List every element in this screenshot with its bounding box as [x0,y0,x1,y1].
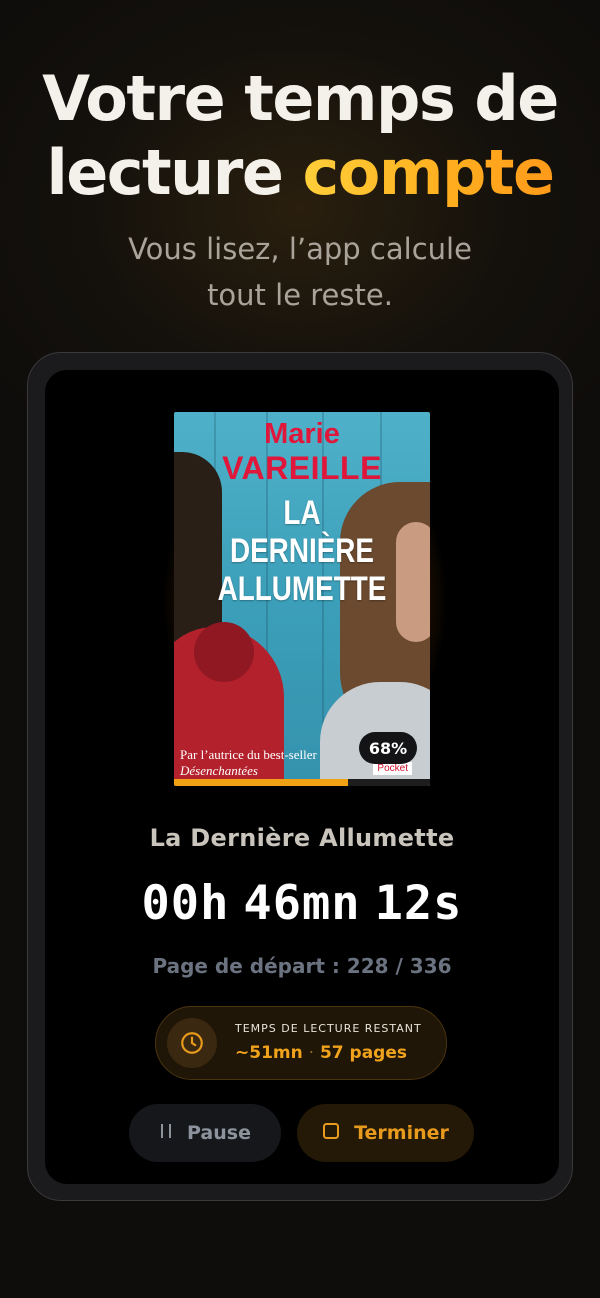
pause-button[interactable]: Pause [129,1104,281,1162]
pause-icon [159,1122,173,1145]
cover-title: LA DERNIÈRE ALLUMETTE [197,494,407,608]
remaining-pages: 57 pages [319,1043,408,1063]
reading-progress-fill [174,779,349,786]
remaining-value: ~51mn · 57 pages [235,1043,407,1063]
hero-title-line1: Votre temps de [42,62,559,135]
hero-title-line2: lecture compte [0,136,600,210]
cover-tagline-line1: Par l’autrice du best-seller [180,747,317,762]
pause-label: Pause [187,1122,251,1144]
book-cover[interactable]: Marie VAREILLE LA DERNIÈRE ALLUMETTE Par… [174,412,430,786]
cover-title-line3: ALLUMETTE [217,570,387,608]
book-title: La Dernière Allumette [149,824,455,852]
session-timer: 00h 46mn 12s [45,876,559,931]
stop-square-icon [322,1122,340,1145]
hero-title-plain: lecture [46,136,283,209]
hero-subtitle-line2: tout le reste. [207,278,393,312]
timer-minutes: 46mn [243,876,361,931]
remaining-label: TEMPS DE LECTURE RESTANT [235,1022,422,1035]
device-screen: Marie VAREILLE LA DERNIÈRE ALLUMETTE Par… [45,370,559,1184]
progress-percent-badge: 68% [359,732,417,764]
cover-author-first: Marie [264,418,340,450]
hero-subtitle: Vous lisez, l’app calcule tout le reste. [0,226,600,318]
finish-label: Terminer [354,1122,449,1144]
remaining-time: ~51mn [235,1043,303,1063]
remaining-time-card: TEMPS DE LECTURE RESTANT ~51mn · 57 page… [155,1006,447,1080]
cover-author-last: VAREILLE [222,450,382,486]
timer-hours: 00h [141,876,230,931]
hero-title-accent: compte [302,136,556,209]
hero-subtitle-line1: Vous lisez, l’app calcule [128,232,472,266]
timer-seconds: 12s [374,876,463,931]
cover-figure-left-hood [194,622,254,682]
cover-tagline-line2: Désenchantées [180,763,258,778]
hero-title: Votre temps de lecture compte [0,62,600,210]
clock-icon [167,1018,217,1068]
cover-title-line2: DERNIÈRE [229,532,375,570]
cover-title-line1: LA [283,494,321,532]
remaining-separator: · [308,1043,315,1063]
start-page-info: Page de départ : 228 / 336 [152,954,452,978]
finish-button[interactable]: Terminer [297,1104,474,1162]
cover-tagline: Par l’autrice du best-seller Désenchanté… [180,747,317,779]
